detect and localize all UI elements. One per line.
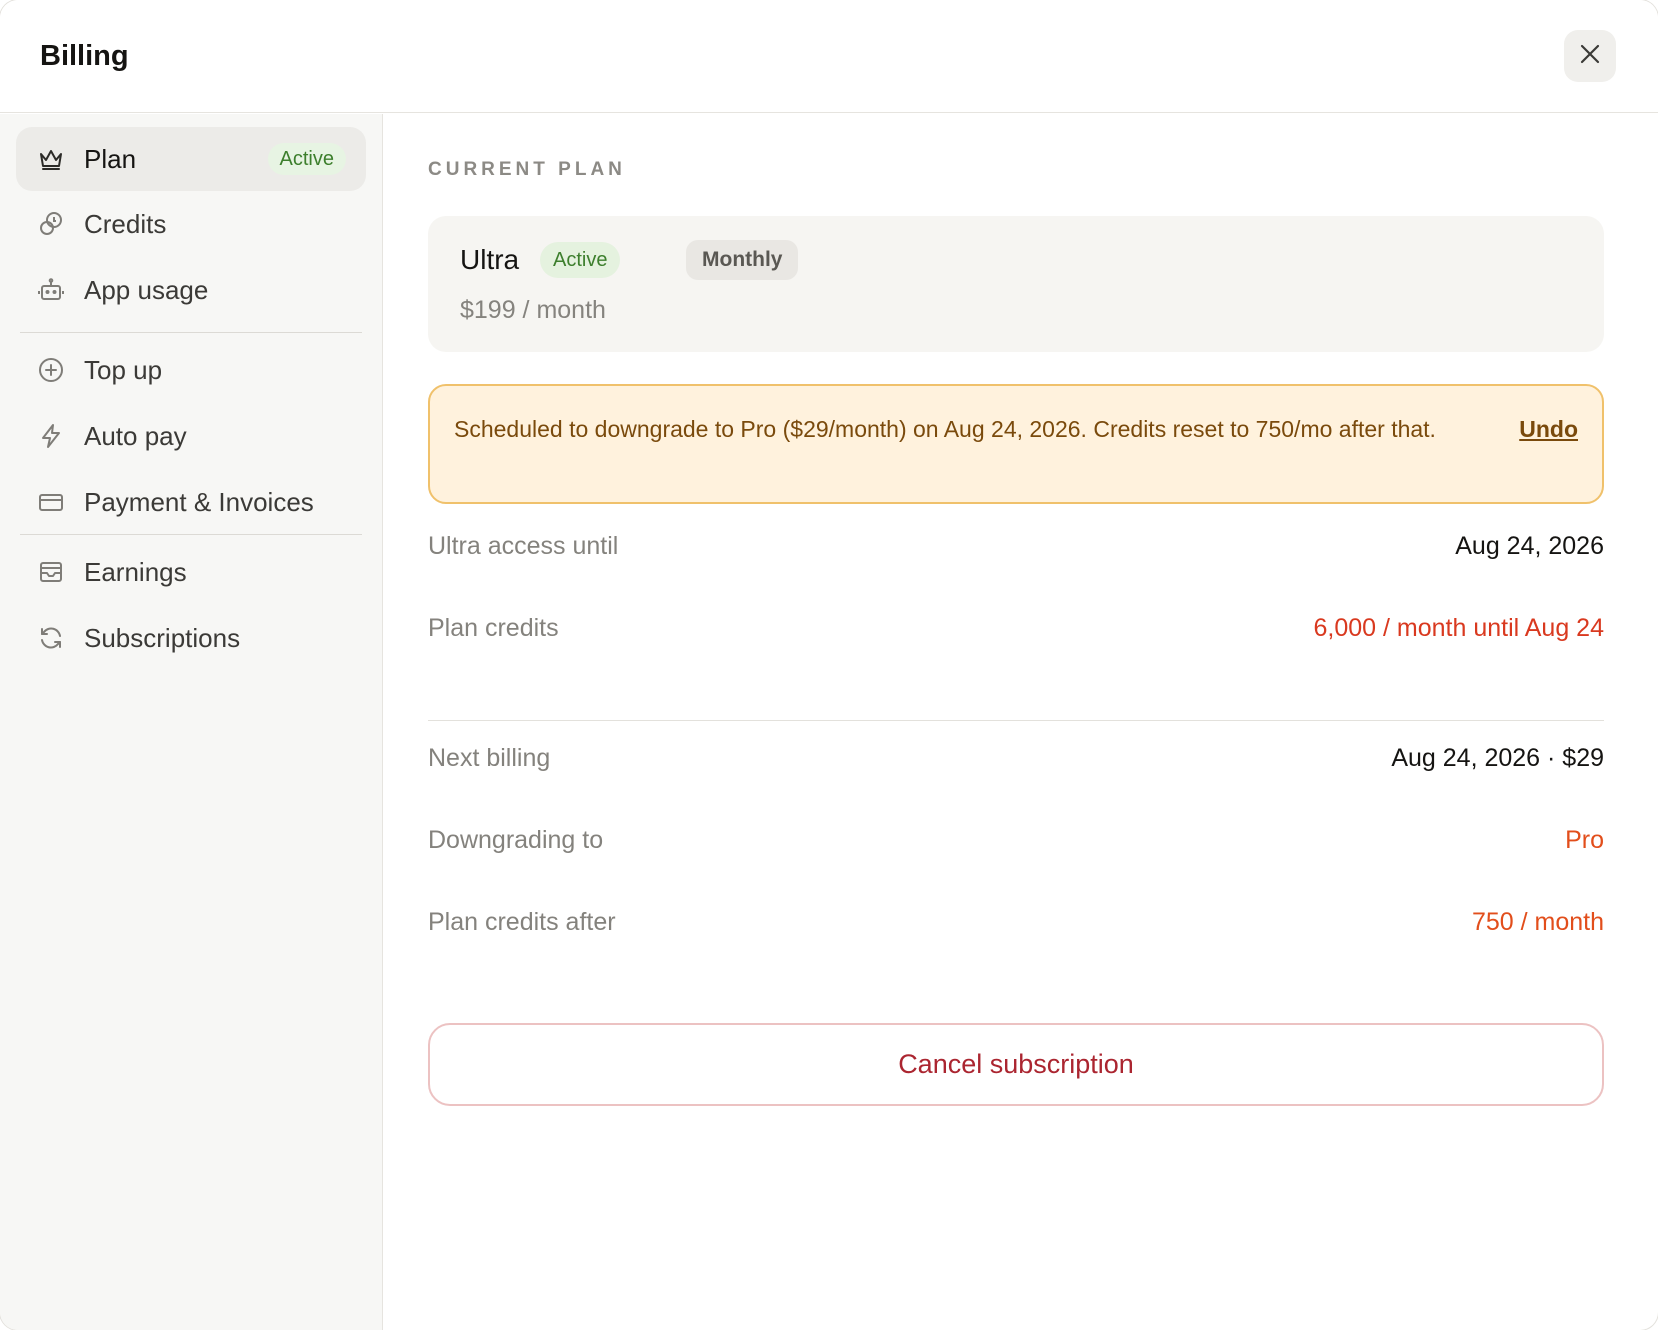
billing-modal: Billing Plan Active Credits App usage To…	[0, 0, 1658, 1330]
status-badge: Active	[267, 143, 346, 175]
lightning-icon	[36, 421, 66, 451]
sidebar-item-label: App usage	[84, 274, 209, 305]
detail-label: Plan credits	[428, 613, 559, 642]
plan-name: Ultra	[460, 244, 520, 275]
section-divider	[428, 720, 1604, 721]
detail-value: 750 / month	[1471, 907, 1604, 936]
sidebar: Plan Active Credits App usage Top up Aut…	[0, 114, 383, 1330]
detail-row-plan-credits-after: Plan credits after 750 / month	[428, 902, 1604, 942]
sidebar-item-subscriptions[interactable]: Subscriptions	[16, 606, 366, 670]
sidebar-item-label: Subscriptions	[84, 622, 241, 653]
sidebar-item-label: Top up	[84, 354, 163, 385]
credit-card-icon	[36, 487, 66, 517]
modal-title: Billing	[40, 40, 129, 72]
alert-text: Scheduled to downgrade to Pro ($29/month…	[454, 416, 1436, 442]
downgrade-alert: Scheduled to downgrade to Pro ($29/month…	[428, 384, 1604, 504]
plan-price: $199 / month	[460, 296, 606, 324]
cancel-subscription-button[interactable]: Cancel subscription	[428, 1023, 1604, 1106]
detail-label: Next billing	[428, 743, 551, 772]
detail-label: Ultra access until	[428, 531, 619, 560]
robot-icon	[36, 275, 66, 305]
sidebar-item-app-usage[interactable]: App usage	[16, 258, 366, 322]
sidebar-item-label: Earnings	[84, 556, 187, 587]
main-content: CURRENT PLAN Ultra Active Monthly $199 /…	[384, 114, 1658, 1330]
sidebar-item-credits[interactable]: Credits	[16, 192, 366, 256]
detail-value: Aug 24, 2026	[1455, 531, 1604, 560]
coins-icon	[36, 209, 66, 239]
sidebar-item-label: Payment & Invoices	[84, 486, 314, 517]
close-button[interactable]	[1564, 30, 1616, 82]
sidebar-item-top-up[interactable]: Top up	[16, 338, 366, 402]
sidebar-divider	[20, 332, 362, 333]
detail-value: Aug 24, 2026 · $29	[1391, 743, 1604, 772]
detail-row-plan-credits: Plan credits 6,000 / month until Aug 24	[428, 608, 1604, 648]
crown-icon	[36, 144, 66, 174]
sidebar-item-label: Credits	[84, 208, 167, 239]
detail-row-next-billing: Next billing Aug 24, 2026 · $29	[428, 738, 1604, 778]
current-plan-card: Ultra Active Monthly $199 / month	[428, 216, 1604, 352]
sidebar-item-label: Auto pay	[84, 420, 187, 451]
detail-value: 6,000 / month until Aug 24	[1313, 613, 1605, 642]
sidebar-divider	[20, 534, 362, 535]
plus-circle-icon	[36, 355, 66, 385]
sidebar-item-plan[interactable]: Plan Active	[16, 127, 366, 191]
undo-link[interactable]: Undo	[1519, 410, 1578, 449]
detail-row-downgrading-to: Downgrading to Pro	[428, 820, 1604, 860]
detail-row-access-until: Ultra access until Aug 24, 2026	[428, 526, 1604, 566]
section-label: CURRENT PLAN	[428, 159, 626, 180]
sidebar-item-label: Plan	[84, 143, 137, 174]
modal-header: Billing	[0, 0, 1658, 113]
close-icon	[1579, 43, 1601, 70]
refresh-icon	[36, 623, 66, 653]
sidebar-item-earnings[interactable]: Earnings	[16, 540, 366, 604]
detail-value: Pro	[1565, 825, 1604, 854]
sidebar-item-auto-pay[interactable]: Auto pay	[16, 404, 366, 468]
detail-label: Plan credits after	[428, 907, 616, 936]
billing-cycle-badge: Monthly	[686, 240, 799, 280]
inbox-icon	[36, 557, 66, 587]
status-badge: Active	[540, 242, 621, 278]
sidebar-item-payment-invoices[interactable]: Payment & Invoices	[16, 470, 366, 534]
detail-label: Downgrading to	[428, 825, 604, 854]
